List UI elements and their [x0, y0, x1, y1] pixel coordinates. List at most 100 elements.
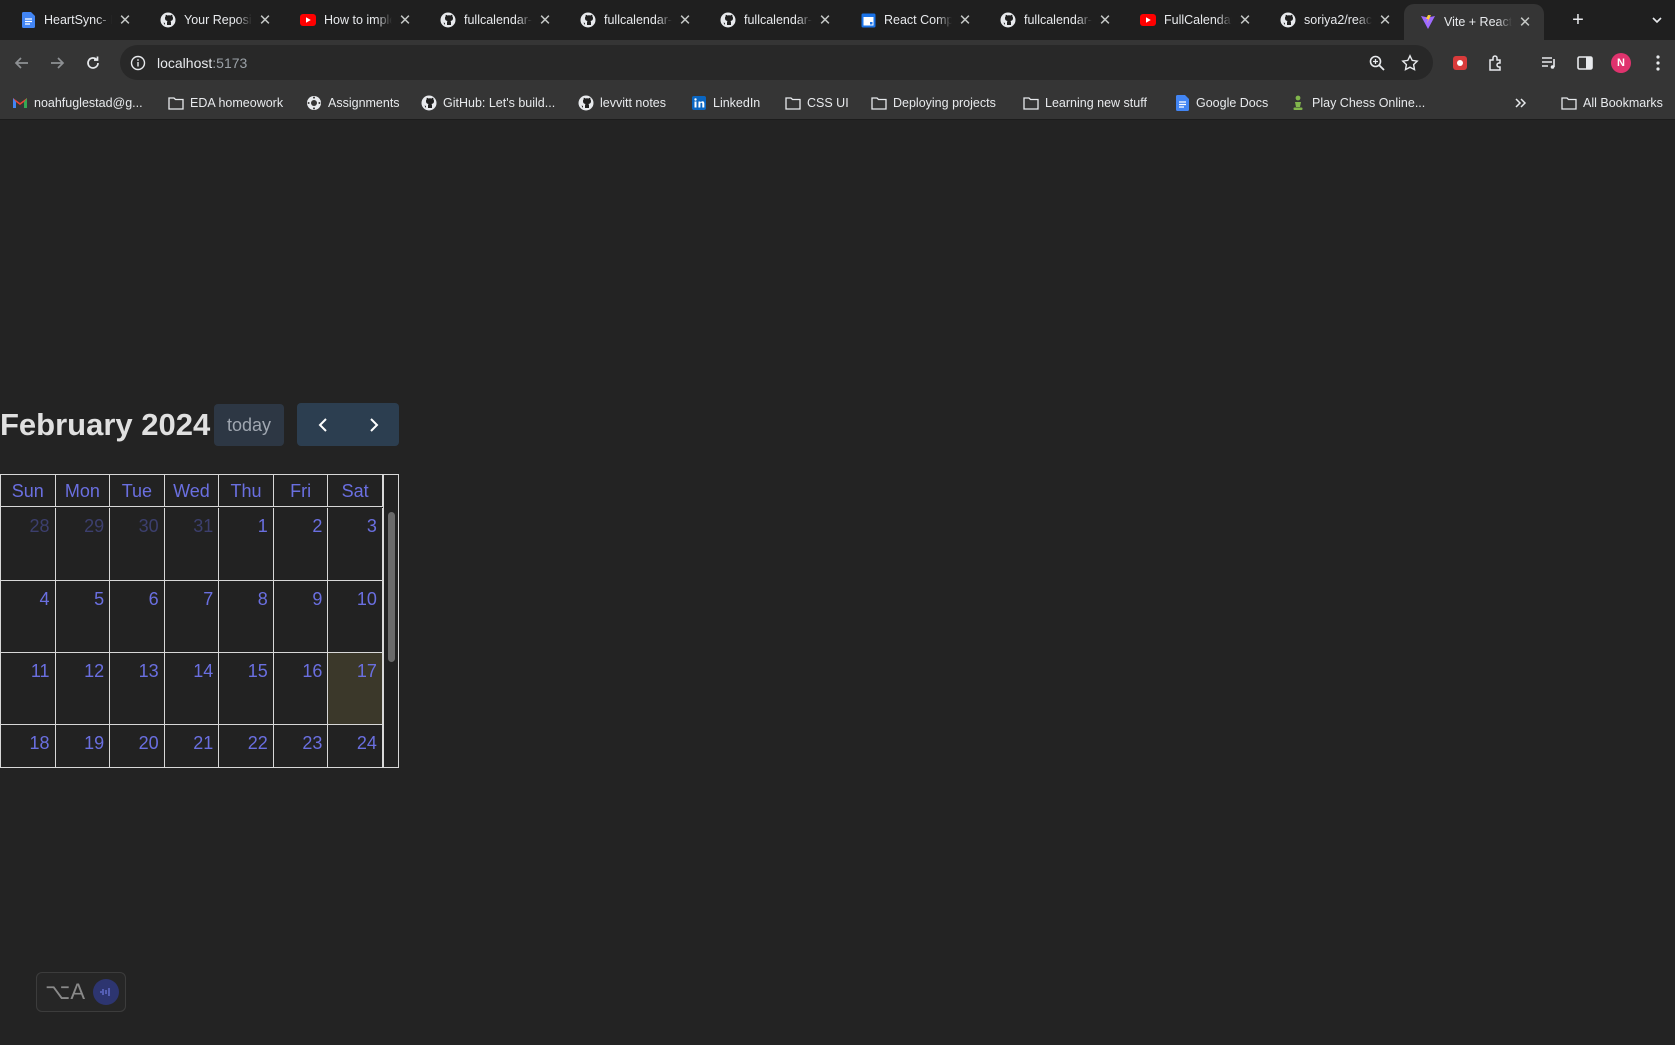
bookmark-item[interactable]: Deploying projects	[871, 93, 996, 113]
today-button[interactable]: today	[214, 404, 284, 446]
bookmark-item[interactable]: LinkedIn	[691, 93, 760, 113]
calendar-day-cell[interactable]: 5	[56, 581, 111, 652]
day-number[interactable]: 28	[30, 516, 50, 537]
calendar-day-cell[interactable]: 10	[328, 581, 383, 652]
day-number[interactable]: 13	[139, 661, 159, 682]
bookmark-item[interactable]: Play Chess Online...	[1290, 93, 1425, 113]
bookmark-item[interactable]: CSS UI	[785, 93, 849, 113]
bookmark-item[interactable]: EDA homeowork	[168, 93, 283, 113]
tab-close-button[interactable]: ✕	[256, 11, 274, 29]
day-number[interactable]: 5	[94, 589, 104, 610]
calendar-day-cell[interactable]: 11	[1, 653, 56, 724]
calendar-day-cell[interactable]: 29	[56, 508, 111, 580]
day-number[interactable]: 2	[312, 516, 322, 537]
media-control-icon[interactable]	[1539, 53, 1559, 73]
back-button[interactable]	[9, 50, 35, 76]
calendar-day-cell[interactable]: 15	[219, 653, 274, 724]
voice-input-icon[interactable]	[93, 979, 120, 1005]
bookmark-item[interactable]: Google Docs	[1174, 93, 1268, 113]
day-number[interactable]: 17	[357, 661, 377, 682]
day-number[interactable]: 21	[193, 733, 213, 754]
tab-close-button[interactable]: ✕	[1516, 13, 1534, 31]
calendar-day-cell[interactable]: 1	[219, 508, 274, 580]
day-number[interactable]: 15	[248, 661, 268, 682]
tab[interactable]: React Comp ✕	[844, 4, 984, 36]
calendar-day-cell[interactable]: 2	[274, 508, 329, 580]
tab-close-button[interactable]: ✕	[536, 11, 554, 29]
tab[interactable]: Your Reposit ✕	[144, 4, 284, 36]
calendar-day-cell[interactable]: 8	[219, 581, 274, 652]
kebab-menu-icon[interactable]	[1648, 53, 1668, 73]
calendar-day-cell[interactable]: 23	[274, 725, 329, 767]
calendar-day-cell[interactable]: 19	[56, 725, 111, 767]
tab-close-button[interactable]: ✕	[676, 11, 694, 29]
tab-close-button[interactable]: ✕	[1096, 11, 1114, 29]
tab-active[interactable]: Vite + React ✕	[1404, 4, 1544, 40]
tab-close-button[interactable]: ✕	[1236, 11, 1254, 29]
tab-search-icon[interactable]	[1649, 12, 1665, 28]
day-number[interactable]: 4	[40, 589, 50, 610]
tab-close-button[interactable]: ✕	[956, 11, 974, 29]
bookmark-item[interactable]: levvitt notes	[578, 93, 666, 113]
tab-close-button[interactable]: ✕	[816, 11, 834, 29]
calendar-day-cell[interactable]: 12	[56, 653, 111, 724]
calendar-day-cell[interactable]: 24	[328, 725, 383, 767]
calendar-day-cell[interactable]: 21	[165, 725, 220, 767]
tab[interactable]: soriya2/reac ✕	[1264, 4, 1404, 36]
calendar-day-cell[interactable]: 30	[110, 508, 165, 580]
calendar-day-cell[interactable]: 16	[274, 653, 329, 724]
calendar-day-cell[interactable]: 31	[165, 508, 220, 580]
bookmark-star-icon[interactable]	[1401, 54, 1419, 72]
day-number[interactable]: 29	[84, 516, 104, 537]
zoom-icon[interactable]	[1368, 54, 1386, 72]
calendar-day-cell[interactable]: 18	[1, 725, 56, 767]
day-number[interactable]: 3	[367, 516, 377, 537]
day-number[interactable]: 19	[84, 733, 104, 754]
tab-close-button[interactable]: ✕	[396, 11, 414, 29]
day-number[interactable]: 1	[258, 516, 268, 537]
calendar-day-cell[interactable]: 3	[328, 508, 383, 580]
day-number[interactable]: 11	[31, 661, 50, 682]
day-number[interactable]: 6	[149, 589, 159, 610]
calendar-day-cell[interactable]: 13	[110, 653, 165, 724]
calendar-day-cell-today[interactable]: 17	[328, 653, 383, 724]
day-number[interactable]: 31	[193, 516, 213, 537]
new-tab-button[interactable]: +	[1566, 9, 1590, 33]
tab-close-button[interactable]: ✕	[116, 11, 134, 29]
forward-button[interactable]	[44, 50, 70, 76]
calendar-day-cell[interactable]: 4	[1, 581, 56, 652]
day-number[interactable]: 12	[84, 661, 104, 682]
side-panel-icon[interactable]	[1575, 53, 1595, 73]
day-number[interactable]: 30	[139, 516, 159, 537]
day-number[interactable]: 24	[357, 733, 377, 754]
calendar-day-cell[interactable]: 9	[274, 581, 329, 652]
day-number[interactable]: 22	[248, 733, 268, 754]
tab[interactable]: fullcalendar- ✕	[424, 4, 564, 36]
day-number[interactable]: 8	[258, 589, 268, 610]
day-number[interactable]: 7	[203, 589, 213, 610]
tab[interactable]: fullcalendar- ✕	[564, 4, 704, 36]
calendar-day-cell[interactable]: 22	[219, 725, 274, 767]
day-number[interactable]: 18	[30, 733, 50, 754]
calendar-day-cell[interactable]: 14	[165, 653, 220, 724]
tab[interactable]: HeartSync- I ✕	[4, 4, 144, 36]
address-bar[interactable]: localhost:5173	[120, 45, 1433, 80]
next-month-button[interactable]	[348, 403, 399, 446]
bookmark-item[interactable]: Learning new stuff	[1023, 93, 1147, 113]
all-bookmarks-button[interactable]: All Bookmarks	[1561, 93, 1663, 113]
prev-month-button[interactable]	[297, 403, 348, 446]
day-number[interactable]: 9	[312, 589, 322, 610]
tab[interactable]: fullcalendar- ✕	[704, 4, 844, 36]
bookmark-item[interactable]: GitHub: Let's build...	[421, 93, 555, 113]
day-number[interactable]: 14	[193, 661, 213, 682]
bookmark-item[interactable]: noahfuglestad@g...	[12, 93, 143, 113]
calendar-day-cell[interactable]: 6	[110, 581, 165, 652]
tab[interactable]: FullCalendar ✕	[1124, 4, 1264, 36]
profile-avatar[interactable]: N	[1611, 53, 1631, 73]
extensions-puzzle-icon[interactable]	[1486, 53, 1506, 73]
calendar-day-cell[interactable]: 28	[1, 508, 56, 580]
day-number[interactable]: 16	[302, 661, 322, 682]
calendar-day-cell[interactable]: 20	[110, 725, 165, 767]
calendar-scrollbar[interactable]	[383, 475, 398, 767]
calendar-day-cell[interactable]: 7	[165, 581, 220, 652]
